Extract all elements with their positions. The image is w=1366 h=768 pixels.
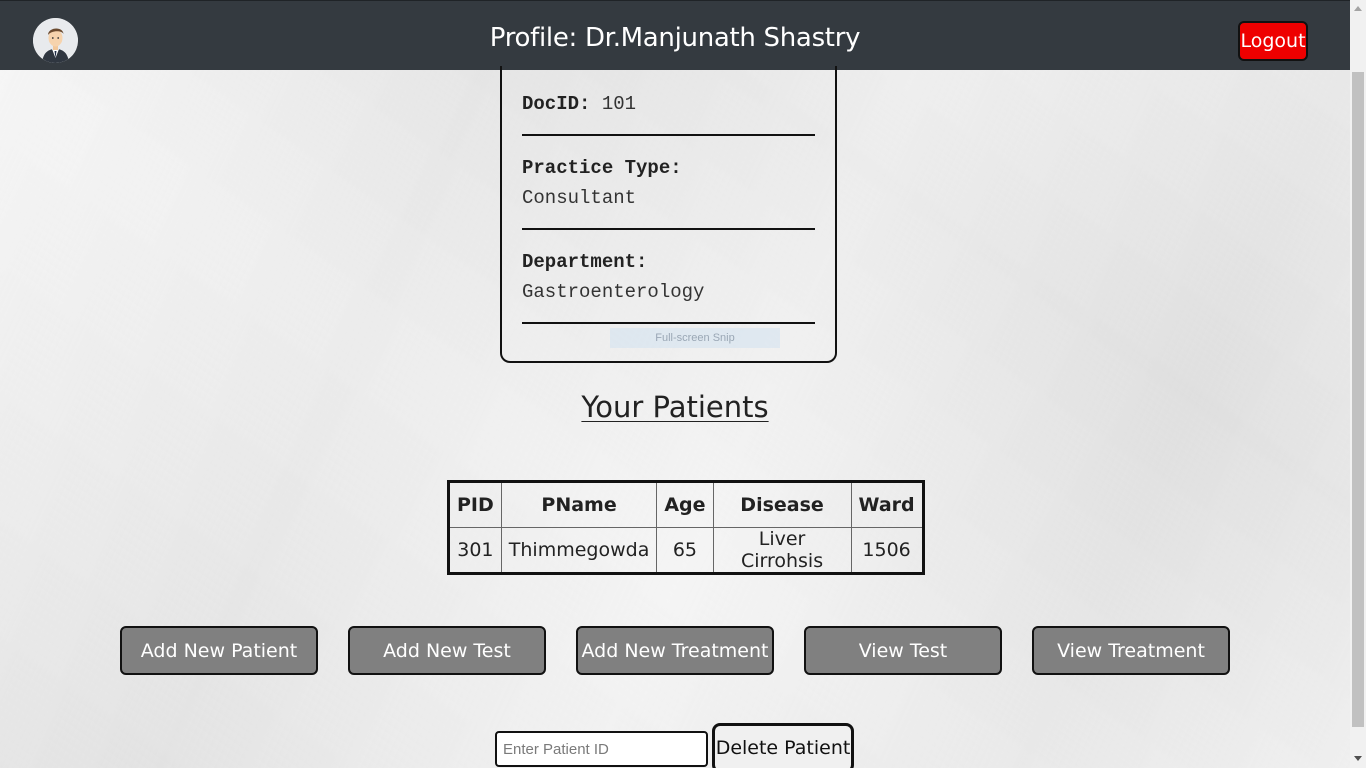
divider <box>522 134 815 136</box>
table-header-row: PID PName Age Disease Ward <box>448 481 924 528</box>
page-title: Profile: Dr.Manjunath Shastry <box>489 23 861 53</box>
doctor-profile-card: DocID: 101 Practice Type: Consultant Dep… <box>500 66 837 363</box>
column-header-ward: Ward <box>850 481 924 528</box>
department-value: Gastroenterology <box>522 281 705 303</box>
patients-table: PID PName Age Disease Ward 301 Thimmegow… <box>447 480 925 575</box>
practice-type-label: Practice Type: <box>522 157 682 179</box>
column-header-pid: PID <box>448 481 502 528</box>
cell-age: 65 <box>656 527 714 574</box>
snip-overlay-label: Full-screen Snip <box>610 328 780 348</box>
scroll-down-arrow-icon[interactable] <box>1354 756 1362 761</box>
cell-pname: Thimmegowda <box>500 527 658 574</box>
docid-label: DocID: <box>522 93 591 115</box>
view-test-button[interactable]: View Test <box>804 626 1002 675</box>
cell-ward: 1506 <box>850 527 924 574</box>
department-label: Department: <box>522 251 648 273</box>
divider <box>522 322 815 324</box>
practice-type-value: Consultant <box>522 187 637 209</box>
cell-disease: Liver Cirrohsis <box>712 527 852 574</box>
docid-field: DocID: 101 <box>522 89 815 119</box>
department-field: Department: Gastroenterology <box>522 247 815 307</box>
top-navbar: Profile: Dr.Manjunath Shastry Logout <box>0 0 1350 70</box>
patient-id-input[interactable] <box>495 731 708 767</box>
table-row: 301 Thimmegowda 65 Liver Cirrohsis 1506 <box>448 527 924 574</box>
cell-pid: 301 <box>448 527 502 574</box>
view-treatment-button[interactable]: View Treatment <box>1032 626 1230 675</box>
patients-heading: Your Patients <box>581 390 769 424</box>
logout-button[interactable]: Logout <box>1238 21 1308 61</box>
scrollbar-thumb[interactable] <box>1352 72 1364 727</box>
add-new-test-button[interactable]: Add New Test <box>348 626 546 675</box>
docid-value: 101 <box>601 93 637 115</box>
vertical-scrollbar[interactable] <box>1350 0 1366 768</box>
practice-type-field: Practice Type: Consultant <box>522 153 815 213</box>
column-header-pname: PName <box>500 481 658 528</box>
divider <box>522 228 815 230</box>
column-header-age: Age <box>656 481 714 528</box>
add-new-patient-button[interactable]: Add New Patient <box>120 626 318 675</box>
delete-patient-button[interactable]: Delete Patient <box>712 723 854 768</box>
scroll-up-arrow-icon[interactable] <box>1354 6 1362 11</box>
column-header-disease: Disease <box>712 481 852 528</box>
add-new-treatment-button[interactable]: Add New Treatment <box>576 626 774 675</box>
